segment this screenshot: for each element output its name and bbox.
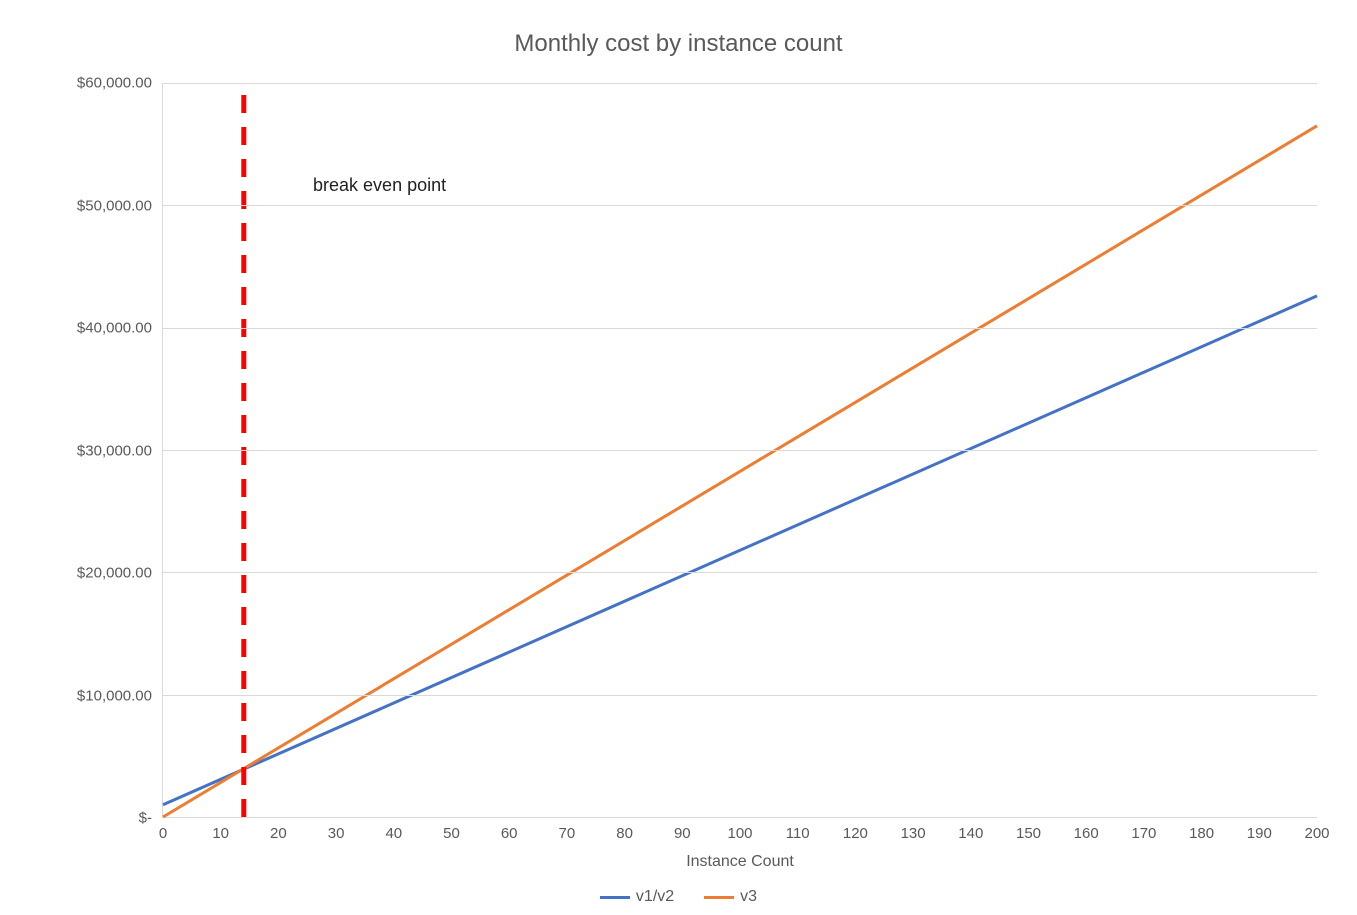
legend-item: v3	[704, 888, 757, 906]
plot-area: Instance Count 0102030405060708090100110…	[162, 83, 1317, 818]
legend: v1/v2 v3	[40, 888, 1317, 906]
x-axis: Instance Count 0102030405060708090100110…	[163, 817, 1317, 867]
x-tick-label: 190	[1247, 825, 1272, 842]
x-axis-title: Instance Count	[686, 853, 794, 871]
x-tick-label: 10	[212, 825, 229, 842]
x-tick-label: 140	[958, 825, 983, 842]
legend-swatch	[704, 896, 734, 899]
x-tick-label: 120	[843, 825, 868, 842]
x-tick-label: 40	[385, 825, 402, 842]
legend-label: v1/v2	[636, 888, 674, 906]
y-tick-label: $20,000.00	[77, 565, 152, 582]
chart-title: Monthly cost by instance count	[40, 30, 1317, 58]
gridline-h	[163, 572, 1317, 573]
x-tick-label: 90	[674, 825, 691, 842]
legend-item: v1/v2	[600, 888, 674, 906]
x-tick-label: 150	[1016, 825, 1041, 842]
series-line-v1-v2	[163, 296, 1317, 805]
y-tick-label: $10,000.00	[77, 687, 152, 704]
series-line-v3	[163, 126, 1317, 817]
x-tick-label: 30	[328, 825, 345, 842]
x-tick-label: 170	[1131, 825, 1156, 842]
legend-label: v3	[740, 888, 757, 906]
y-axis: $- $10,000.00 $20,000.00 $30,000.00 $40,…	[40, 83, 162, 818]
x-tick-label: 200	[1304, 825, 1329, 842]
plot-outer: $- $10,000.00 $20,000.00 $30,000.00 $40,…	[40, 83, 1317, 818]
annotation-break-even: break even point	[313, 175, 446, 196]
y-tick-label: $40,000.00	[77, 320, 152, 337]
x-tick-label: 130	[901, 825, 926, 842]
x-tick-label: 20	[270, 825, 287, 842]
x-tick-label: 60	[501, 825, 518, 842]
gridline-h	[163, 328, 1317, 329]
y-tick-label: $60,000.00	[77, 75, 152, 92]
gridline-h	[163, 450, 1317, 451]
y-tick-label: $-	[139, 810, 152, 827]
x-tick-label: 80	[616, 825, 633, 842]
gridline-h	[163, 83, 1317, 84]
x-tick-label: 100	[727, 825, 752, 842]
x-tick-label: 70	[559, 825, 576, 842]
legend-swatch	[600, 896, 630, 899]
gridline-h	[163, 695, 1317, 696]
chart-container: Monthly cost by instance count $- $10,00…	[0, 0, 1357, 915]
y-tick-label: $30,000.00	[77, 442, 152, 459]
x-tick-label: 180	[1189, 825, 1214, 842]
x-tick-label: 160	[1074, 825, 1099, 842]
gridline-h	[163, 205, 1317, 206]
x-tick-label: 110	[786, 825, 810, 842]
y-tick-label: $50,000.00	[77, 197, 152, 214]
x-tick-label: 50	[443, 825, 460, 842]
x-tick-label: 0	[159, 825, 167, 842]
